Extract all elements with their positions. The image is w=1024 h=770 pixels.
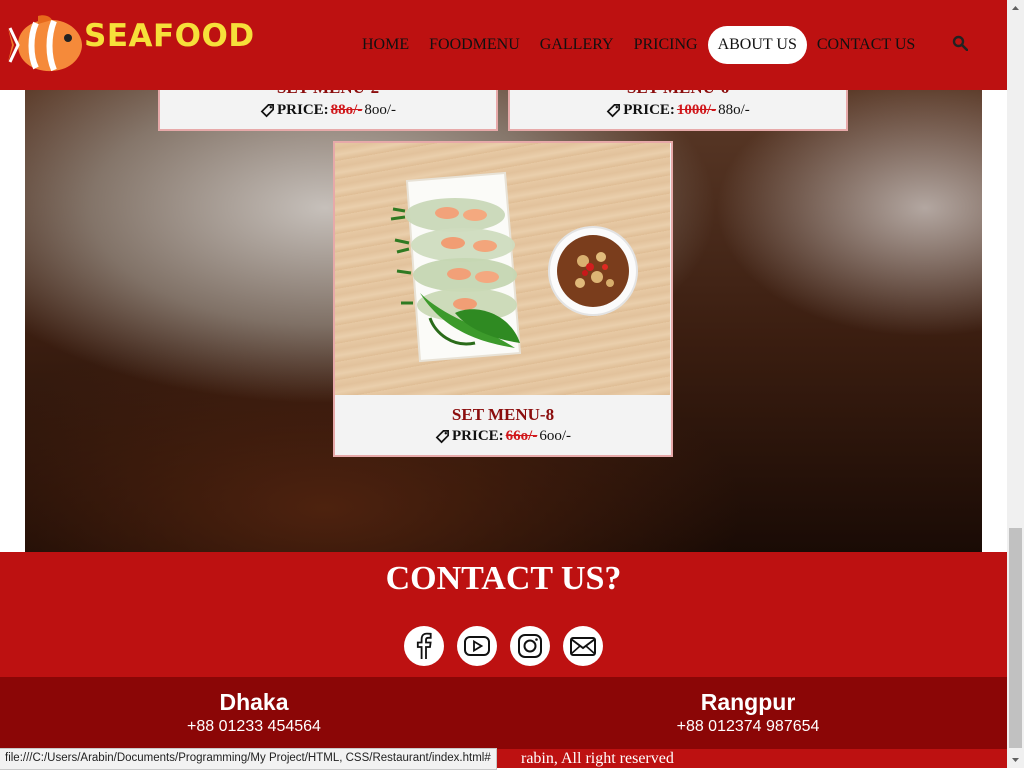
contact-section: CONTACT US? (0, 552, 1007, 677)
nav-item-home[interactable]: HOME (352, 26, 419, 64)
price-label: PRICE: (451, 428, 504, 444)
scroll-down-arrow-icon[interactable] (1007, 751, 1024, 768)
city-phone: +88 012374 987654 (676, 718, 820, 735)
nav-item-contact-us[interactable]: CONTACT US (807, 26, 925, 64)
spring-rolls-illustration (390, 171, 638, 363)
nav-item-pricing[interactable]: PRICING (624, 26, 708, 64)
city-name: Rangpur (700, 689, 796, 715)
nav-item-about-us[interactable]: ABOUT US (707, 26, 807, 64)
new-price: 6oo/- (539, 428, 571, 444)
old-price: 66o/- (505, 428, 538, 444)
nav-item-foodmenu[interactable]: FOODMENU (419, 26, 530, 64)
youtube-icon (464, 636, 490, 656)
menu-card-set-8[interactable]: SET MENU-8 PRICE: 66o/- 6oo/- (333, 141, 673, 457)
scroll-up-arrow-icon[interactable] (1007, 0, 1024, 17)
location-rangpur: Rangpur +88 012374 987654 (648, 689, 848, 736)
instagram-icon (518, 634, 542, 658)
site-header: SEAFOOD HOME FOODMENU GALLERY PRICING AB… (0, 0, 1007, 90)
price-line: PRICE: 66o/- 6oo/- (435, 428, 571, 445)
main-nav: HOME FOODMENU GALLERY PRICING ABOUT US C… (352, 26, 925, 64)
old-price: 88o/- (330, 102, 363, 118)
nav-item-gallery[interactable]: GALLERY (530, 26, 624, 64)
menu-card-title: SET MENU-8 (451, 405, 555, 424)
city-phone: +88 01233 454564 (187, 718, 321, 735)
instagram-button[interactable] (510, 626, 550, 666)
new-price: 8oo/- (364, 102, 396, 118)
old-price: 1000/- (676, 102, 717, 118)
price-tag-icon (606, 104, 621, 118)
location-dhaka: Dhaka +88 01233 454564 (154, 689, 354, 736)
price-line: PRICE: 1000/- 88o/- (606, 102, 750, 119)
price-tag-icon (260, 104, 274, 118)
brand-name[interactable]: SEAFOOD (84, 18, 255, 54)
contact-title: CONTACT US? (385, 560, 622, 597)
copyright-text: rabin, All right reserved (521, 750, 674, 767)
food-image (335, 143, 670, 395)
price-tag-icon (435, 430, 449, 444)
fish-logo-icon[interactable] (8, 14, 82, 76)
youtube-button[interactable] (457, 626, 497, 666)
mail-button[interactable] (563, 626, 603, 666)
city-name: Dhaka (219, 689, 289, 715)
new-price: 88o/- (718, 102, 750, 118)
vertical-scrollbar[interactable] (1007, 0, 1024, 768)
facebook-icon (416, 632, 432, 659)
price-label: PRICE: (623, 102, 675, 118)
price-label: PRICE: (276, 102, 329, 118)
browser-status-bar: file:///C:/Users/Arabin/Documents/Progra… (0, 748, 497, 770)
price-line: PRICE: 88o/- 8oo/- (260, 102, 396, 119)
search-icon[interactable] (952, 35, 968, 51)
scrollbar-thumb[interactable] (1009, 528, 1022, 748)
locations-bar: Dhaka +88 01233 454564 Rangpur +88 01237… (0, 677, 1007, 749)
facebook-button[interactable] (404, 626, 444, 666)
mail-icon (570, 637, 596, 656)
